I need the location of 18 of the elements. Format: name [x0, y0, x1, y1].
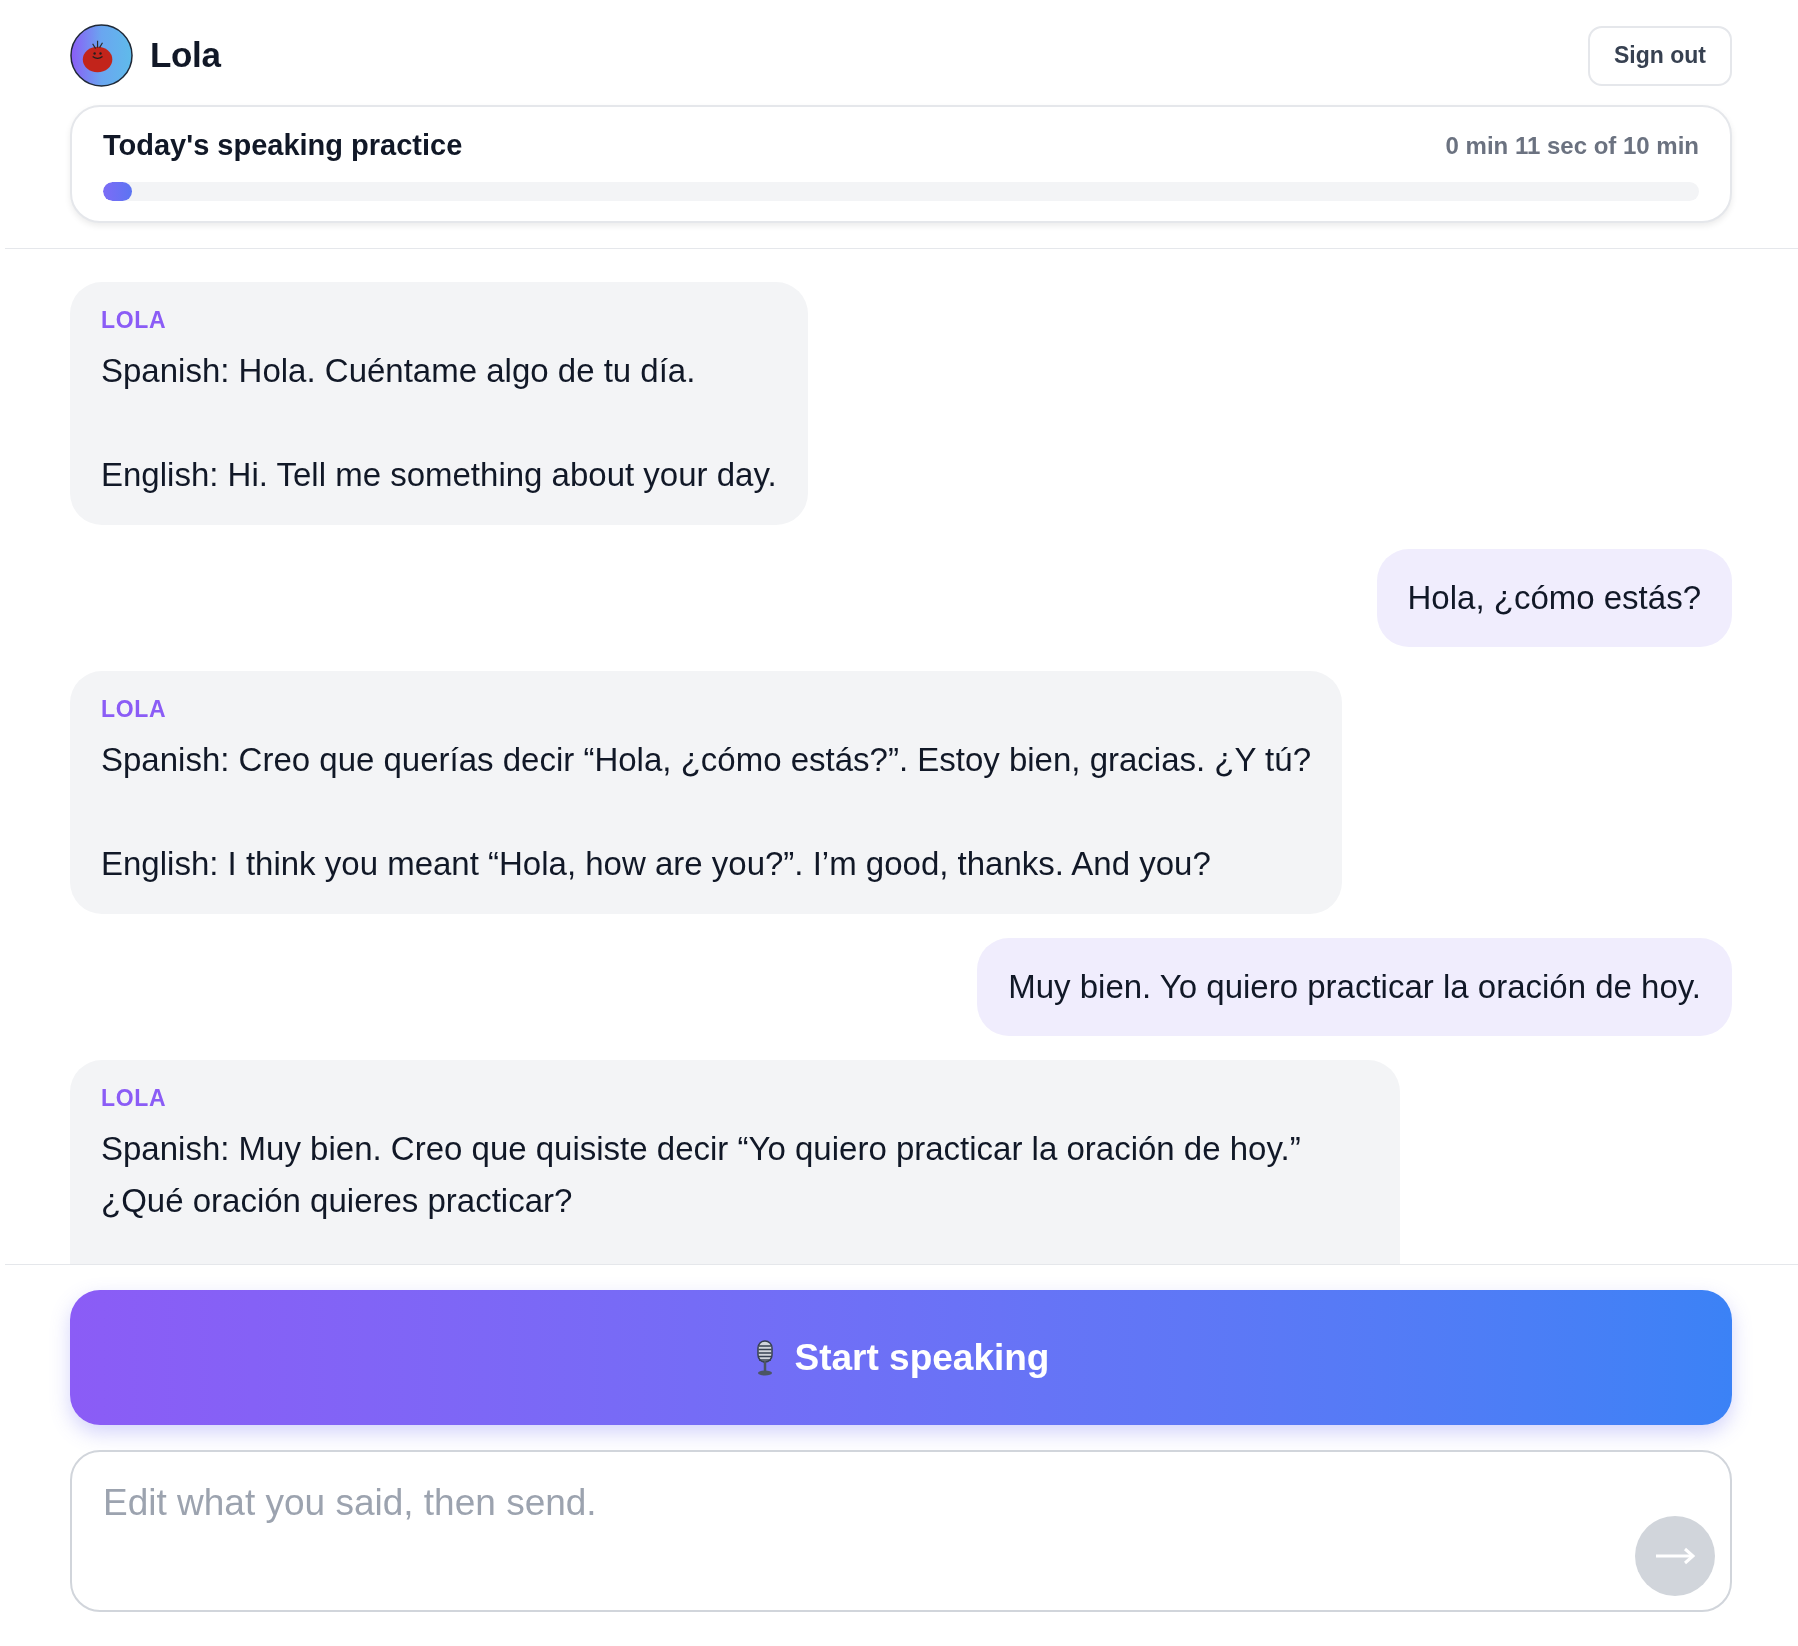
- message-text: Spanish: Muy bien. Creo que quisiste decir “Yo quiero practicar la oración de hoy.” ¿Qué oración quieres practicar?: [101, 1129, 1302, 1221]
- arrow-right-icon: [1655, 1547, 1695, 1565]
- sign-out-button[interactable]: Sign out: [1588, 25, 1732, 86]
- sender-label: LOLA: [101, 695, 167, 723]
- start-speaking-button[interactable]: Start speaking: [70, 1290, 1732, 1425]
- practice-title: Today's speaking practice: [103, 128, 463, 164]
- message-text: English: I think you meant “Hola, how are you?”. I’m good, thanks. And you?: [101, 844, 1212, 884]
- app-title: Lola: [150, 34, 221, 77]
- tomato-icon: [70, 24, 133, 87]
- sender-label: LOLA: [101, 306, 167, 334]
- message-text: Muy bien. Yo quiero practicar la oración de hoy.: [1008, 967, 1701, 1007]
- message-text: Spanish: Creo que querías decir “Hola, ¿cómo estás?”. Estoy bien, gracias. ¿Y tú?: [101, 740, 1311, 780]
- message-text: Hola, ¿cómo estás?: [1407, 578, 1701, 618]
- message-input[interactable]: Edit what you said, then send.: [70, 1450, 1732, 1612]
- practice-time: 0 min 11 sec of 10 min: [1445, 131, 1699, 161]
- message-text: English: Hi. Tell me something about your day.: [101, 455, 777, 495]
- message-text: Spanish: Hola. Cuéntame algo de tu día.: [101, 351, 697, 391]
- sender-label: LOLA: [101, 1084, 167, 1112]
